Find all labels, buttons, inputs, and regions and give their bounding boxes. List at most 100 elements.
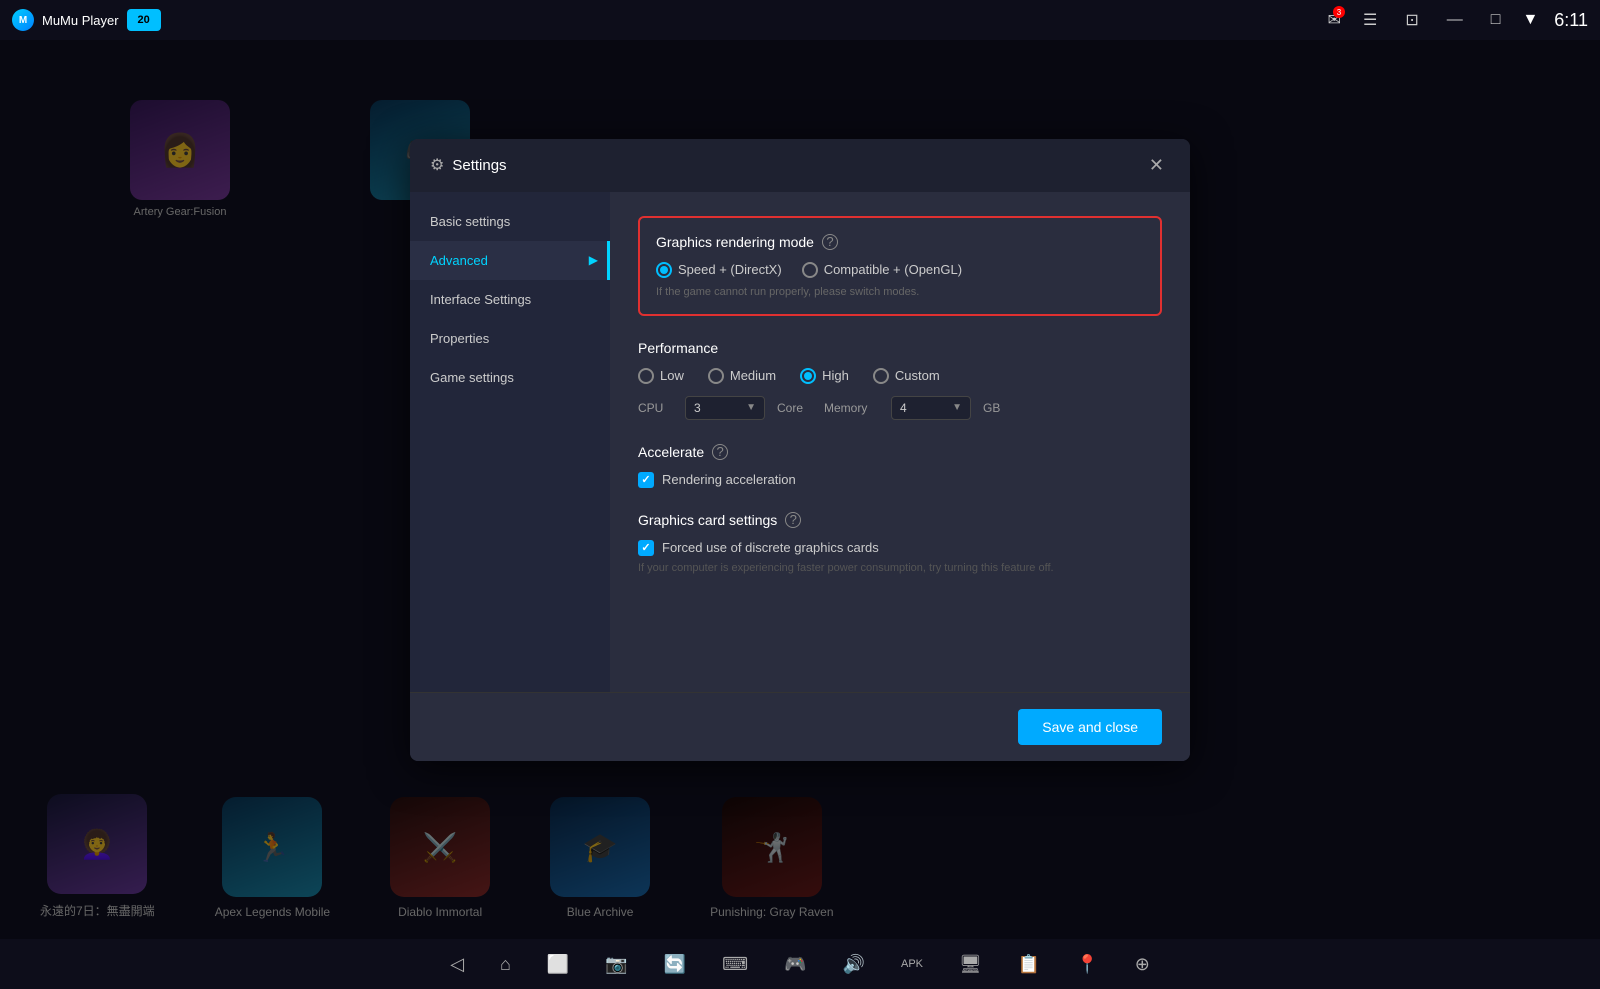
modal-header: ⚙ Settings ✕ xyxy=(410,139,1190,192)
core-label: Core xyxy=(777,401,812,415)
check-mark: ✓ xyxy=(641,473,650,486)
memory-label: Memory xyxy=(824,401,879,415)
volume-button[interactable]: 🔊 xyxy=(835,950,873,979)
modal-footer: Save and close xyxy=(410,692,1190,761)
memory-select[interactable]: 4 ▼ xyxy=(891,396,971,420)
perf-low-option[interactable]: Low xyxy=(638,368,684,384)
back-button[interactable]: ◁ xyxy=(442,950,472,979)
save-close-button[interactable]: Save and close xyxy=(1018,709,1162,745)
accelerate-title: Accelerate xyxy=(638,444,704,460)
rendering-mode-hint: If the game cannot run properly, please … xyxy=(656,286,1144,298)
cpu-select[interactable]: 3 ▼ xyxy=(685,396,765,420)
perf-high-option[interactable]: High xyxy=(800,368,849,384)
perf-high-label: High xyxy=(822,368,849,383)
location-button[interactable]: 📍 xyxy=(1068,950,1106,979)
compatible-opengl-option[interactable]: Compatible + (OpenGL) xyxy=(802,262,962,278)
graphics-rendering-title: Graphics rendering mode xyxy=(656,234,814,250)
sidebar-item-properties[interactable]: Properties xyxy=(410,319,610,358)
graphics-card-help-icon[interactable]: ? xyxy=(785,512,801,528)
perf-medium-radio[interactable] xyxy=(708,368,724,384)
accelerate-header: Accelerate ? xyxy=(638,444,1162,460)
speed-directx-option[interactable]: Speed + (DirectX) xyxy=(656,262,782,278)
performance-header: Performance xyxy=(638,340,1162,356)
modal-header-left: ⚙ Settings xyxy=(430,155,507,175)
app-title: MuMu Player xyxy=(42,13,119,28)
top-bar: M MuMu Player 20 ✉ 3 ☰ ⊡ — □ ▼ 6:11 xyxy=(0,0,1600,40)
rendering-acceleration-label: Rendering acceleration xyxy=(662,472,796,487)
settings-modal: ⚙ Settings ✕ Basic settings Advanced ▶ xyxy=(410,139,1190,761)
top-bar-right: ✉ 3 ☰ ⊡ — □ ▼ 6:11 xyxy=(1328,8,1588,32)
perf-custom-radio[interactable] xyxy=(873,368,889,384)
rotate-button[interactable]: 🔄 xyxy=(656,950,694,979)
screen-button[interactable]: ⬜ xyxy=(539,950,577,979)
cpu-label: CPU xyxy=(638,401,673,415)
graphics-card-title: Graphics card settings xyxy=(638,512,777,528)
graphics-rendering-header: Graphics rendering mode ? xyxy=(656,234,1144,250)
forced-check-mark: ✓ xyxy=(641,541,650,554)
cpu-dropdown-arrow: ▼ xyxy=(746,402,756,413)
add-button[interactable]: ⊕ xyxy=(1127,950,1158,979)
compatible-opengl-radio[interactable] xyxy=(802,262,818,278)
app-icon: M xyxy=(12,9,34,31)
performance-title: Performance xyxy=(638,340,718,356)
desktop: 👩 Artery Gear:Fusion 🎮 👩‍🦱 永遠的7日：無盡開端 🏃 … xyxy=(0,40,1600,939)
maximize-button[interactable]: □ xyxy=(1485,9,1507,31)
compatible-opengl-label: Compatible + (OpenGL) xyxy=(824,262,962,277)
perf-custom-label: Custom xyxy=(895,368,940,383)
bottom-bar: ◁ ⌂ ⬜ 📷 🔄 ⌨ 🎮 🔊 APK 🖥 📋 📍 ⊕ xyxy=(0,939,1600,989)
modal-body: Basic settings Advanced ▶ Interface Sett… xyxy=(410,192,1190,692)
settings-sidebar: Basic settings Advanced ▶ Interface Sett… xyxy=(410,192,610,692)
graphics-rendering-help-icon[interactable]: ? xyxy=(822,234,838,250)
rendering-mode-radio-group: Speed + (DirectX) Compatible + (OpenGL) xyxy=(656,262,1144,278)
gamepad-button[interactable]: 🎮 xyxy=(776,950,814,979)
clock: 6:11 xyxy=(1554,10,1588,31)
perf-low-radio[interactable] xyxy=(638,368,654,384)
gpu-hint-text: If your computer is experiencing faster … xyxy=(638,562,1162,574)
home-button[interactable]: ⌂ xyxy=(492,950,519,979)
forced-gpu-label: Forced use of discrete graphics cards xyxy=(662,540,879,555)
memory-dropdown-arrow: ▼ xyxy=(952,402,962,413)
accelerate-help-icon[interactable]: ? xyxy=(712,444,728,460)
forced-gpu-checkbox[interactable]: ✓ xyxy=(638,540,654,556)
sidebar-item-advanced[interactable]: Advanced ▶ xyxy=(410,241,610,280)
graphics-card-header: Graphics card settings ? xyxy=(638,512,1162,528)
rendering-acceleration-checkbox[interactable]: ✓ xyxy=(638,472,654,488)
forced-gpu-row: ✓ Forced use of discrete graphics cards xyxy=(638,540,1162,556)
rendering-acceleration-row: ✓ Rendering acceleration xyxy=(638,472,1162,488)
camera-button[interactable]: 📷 xyxy=(597,950,635,979)
minimize-button[interactable]: — xyxy=(1441,9,1469,31)
top-bar-left: M MuMu Player 20 xyxy=(12,9,161,31)
graphics-rendering-section: Graphics rendering mode ? Speed + (Direc… xyxy=(638,216,1162,316)
perf-medium-label: Medium xyxy=(730,368,776,383)
settings-title: Settings xyxy=(452,157,506,174)
sidebar-item-game[interactable]: Game settings xyxy=(410,358,610,397)
graphics-card-section: Graphics card settings ? ✓ Forced use of… xyxy=(638,512,1162,574)
copy-button[interactable]: 📋 xyxy=(1010,950,1048,979)
gb-label: GB xyxy=(983,401,1000,415)
sidebar-item-basic[interactable]: Basic settings xyxy=(410,202,610,241)
accelerate-section: Accelerate ? ✓ Rendering acceleration xyxy=(638,444,1162,488)
perf-high-radio[interactable] xyxy=(800,368,816,384)
perf-medium-option[interactable]: Medium xyxy=(708,368,776,384)
speed-directx-label: Speed + (DirectX) xyxy=(678,262,782,277)
settings-content: Graphics rendering mode ? Speed + (Direc… xyxy=(610,192,1190,692)
performance-radio-group: Low Medium High xyxy=(638,368,1162,384)
speed-directx-radio[interactable] xyxy=(656,262,672,278)
sidebar-item-interface[interactable]: Interface Settings xyxy=(410,280,610,319)
restore-button[interactable]: ⊡ xyxy=(1399,8,1424,32)
memory-value: 4 xyxy=(900,401,907,415)
modal-close-button[interactable]: ✕ xyxy=(1143,153,1170,178)
perf-custom-option[interactable]: Custom xyxy=(873,368,940,384)
wifi-icon: ▼ xyxy=(1522,11,1538,29)
apk-button[interactable]: APK xyxy=(893,954,931,974)
display-button[interactable]: 🖥 xyxy=(951,950,990,979)
gear-icon: ⚙ xyxy=(430,155,444,175)
cpu-value: 3 xyxy=(694,401,701,415)
performance-section: Performance Low Medium xyxy=(638,340,1162,420)
mail-icon[interactable]: ✉ 3 xyxy=(1328,10,1341,30)
menu-button[interactable]: ☰ xyxy=(1357,8,1383,32)
modal-overlay: ⚙ Settings ✕ Basic settings Advanced ▶ xyxy=(0,40,1600,939)
cpu-memory-row: CPU 3 ▼ Core Memory 4 ▼ GB xyxy=(638,396,1162,420)
perf-low-label: Low xyxy=(660,368,684,383)
keyboard-button[interactable]: ⌨ xyxy=(714,950,756,979)
